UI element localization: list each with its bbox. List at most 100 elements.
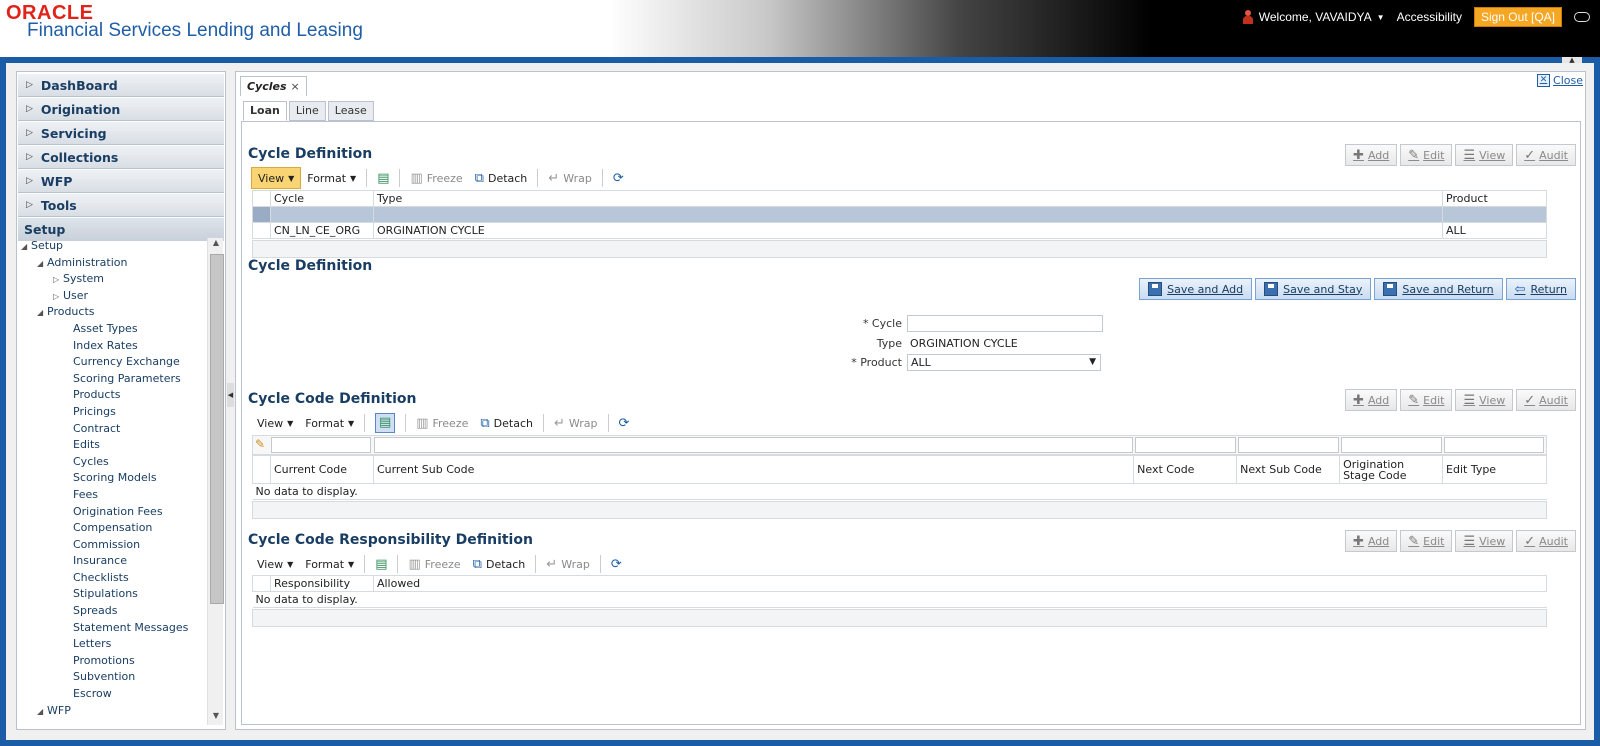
sidebar-item-tools[interactable]: ▷ Tools xyxy=(18,194,224,217)
query-by-example-button[interactable]: ▤ xyxy=(369,412,401,434)
format-menu[interactable]: Format ▼ xyxy=(299,412,360,434)
tab-lease[interactable]: Lease xyxy=(327,101,374,121)
row-selector[interactable] xyxy=(252,222,271,239)
signout-button[interactable]: Sign Out [QA] xyxy=(1473,7,1562,27)
tree-leaf[interactable]: Spreads xyxy=(17,603,207,620)
close-tab-icon[interactable]: × xyxy=(291,80,300,93)
view-menu[interactable]: View ▼ xyxy=(251,553,299,575)
wrap-button[interactable]: ↵ Wrap xyxy=(540,553,596,575)
tree-leaf[interactable]: Edits xyxy=(17,437,207,454)
tree-node-system[interactable]: ▷ System xyxy=(17,271,207,288)
filter-current-code[interactable] xyxy=(271,437,371,453)
view-menu[interactable]: View ▼ xyxy=(251,412,299,434)
column-header[interactable]: Current Code xyxy=(269,455,374,484)
column-header[interactable]: Edit Type xyxy=(1442,455,1547,484)
tree-leaf[interactable]: Pricings xyxy=(17,404,207,421)
tree-leaf[interactable]: Asset Types xyxy=(17,321,207,338)
table-row[interactable] xyxy=(252,206,1547,223)
tree-leaf[interactable]: Insurance xyxy=(17,553,207,570)
save-and-return-button[interactable]: Save and Return xyxy=(1374,278,1503,300)
tree-leaf[interactable]: Products xyxy=(17,387,207,404)
tree-leaf[interactable]: Promotions xyxy=(17,653,207,670)
freeze-button[interactable]: ▥ Freeze xyxy=(410,412,474,434)
tree-node-wfp[interactable]: ◢ WFP xyxy=(17,703,207,720)
add-button[interactable]: ✚ Add xyxy=(1345,389,1398,411)
sidebar-item-dashboard[interactable]: ▷ DashBoard xyxy=(18,74,224,97)
sidebar-item-wfp[interactable]: ▷ WFP xyxy=(18,170,224,193)
tree-node-setup[interactable]: ◢ Setup xyxy=(17,238,207,255)
column-header[interactable]: Next Sub Code xyxy=(1236,455,1341,484)
refresh-button[interactable]: ⟳ xyxy=(613,412,636,434)
format-menu[interactable]: Format ▼ xyxy=(299,553,360,575)
column-header[interactable]: Origination Stage Code xyxy=(1339,455,1444,484)
column-header[interactable]: Current Sub Code xyxy=(372,455,1135,484)
tree-leaf[interactable]: Checklists xyxy=(17,570,207,587)
product-select[interactable]: ALL ▼ xyxy=(907,354,1101,371)
column-header[interactable]: Next Code xyxy=(1133,455,1238,484)
tree-leaf[interactable]: Origination Fees xyxy=(17,504,207,521)
view-menu[interactable]: View ▼ xyxy=(251,167,302,189)
sidebar-item-collections[interactable]: ▷ Collections xyxy=(18,146,224,169)
audit-button[interactable]: ✓ Audit xyxy=(1516,144,1576,166)
scroll-up-icon[interactable]: ▲ xyxy=(208,238,224,252)
view-button[interactable]: ☰ View xyxy=(1455,530,1514,552)
tree-leaf[interactable]: Scoring Parameters xyxy=(17,371,207,388)
save-and-add-button[interactable]: Save and Add xyxy=(1139,278,1253,300)
collapse-header-icon[interactable]: ▲ xyxy=(1562,57,1582,64)
export-button[interactable]: ▤ xyxy=(369,553,393,575)
return-button[interactable]: ⇦ Return xyxy=(1505,278,1576,300)
tree-scrollbar[interactable]: ▲ ▼ xyxy=(207,238,224,725)
column-header[interactable]: Product xyxy=(1442,190,1547,207)
filter-next-code[interactable] xyxy=(1135,437,1236,453)
refresh-button[interactable]: ⟳ xyxy=(607,167,630,189)
format-menu[interactable]: Format ▼ xyxy=(301,167,362,189)
audit-button[interactable]: ✓ Audit xyxy=(1516,389,1576,411)
tree-leaf[interactable]: Letters xyxy=(17,636,207,653)
tree-leaf[interactable]: Currency Exchange xyxy=(17,354,207,371)
toggle-icon[interactable] xyxy=(1574,12,1590,22)
column-header[interactable]: Cycle xyxy=(269,190,374,207)
tree-leaf[interactable]: Commission xyxy=(17,537,207,554)
audit-button[interactable]: ✓ Audit xyxy=(1516,530,1576,552)
wrap-button[interactable]: ↵ Wrap xyxy=(542,167,598,189)
save-and-stay-button[interactable]: Save and Stay xyxy=(1255,278,1372,300)
accessibility-link[interactable]: Accessibility xyxy=(1397,10,1462,24)
tree-node-user[interactable]: ▷ User xyxy=(17,288,207,305)
detach-button[interactable]: ⧉ Detach xyxy=(469,167,534,189)
tree-leaf[interactable]: Statement Messages xyxy=(17,620,207,637)
tree-leaf[interactable]: Escrow xyxy=(17,686,207,703)
detach-button[interactable]: ⧉ Detach xyxy=(467,553,532,575)
scroll-thumb[interactable] xyxy=(210,254,224,604)
tab-loan[interactable]: Loan xyxy=(243,101,287,121)
tree-leaf[interactable]: Stipulations xyxy=(17,586,207,603)
filter-eraser-icon[interactable]: ✎ xyxy=(255,437,265,451)
filter-origination-stage-code[interactable] xyxy=(1341,437,1442,453)
row-selector[interactable] xyxy=(252,206,271,223)
tree-leaf[interactable]: Compensation xyxy=(17,520,207,537)
column-header[interactable]: Allowed xyxy=(372,575,1548,592)
edit-button[interactable]: ✎ Edit xyxy=(1400,530,1453,552)
tab-line[interactable]: Line xyxy=(288,101,326,121)
detach-button[interactable]: ⧉ Detach xyxy=(474,412,539,434)
tree-leaf[interactable]: Scoring Models xyxy=(17,470,207,487)
tree-leaf[interactable]: Subvention xyxy=(17,669,207,686)
edit-button[interactable]: ✎ Edit xyxy=(1400,144,1453,166)
wrap-button[interactable]: ↵ Wrap xyxy=(548,412,604,434)
tree-leaf-cycles[interactable]: Cycles xyxy=(17,454,207,471)
tree-node-administration[interactable]: ◢ Administration xyxy=(17,255,207,272)
collapse-sidebar-icon[interactable]: ◀ xyxy=(227,383,234,407)
user-menu[interactable]: Welcome, VAVAIDYA ▼ xyxy=(1242,10,1385,24)
edit-button[interactable]: ✎ Edit xyxy=(1400,389,1453,411)
filter-next-sub-code[interactable] xyxy=(1238,437,1339,453)
refresh-button[interactable]: ⟳ xyxy=(605,553,628,575)
freeze-button[interactable]: ▥ Freeze xyxy=(404,167,468,189)
export-button[interactable]: ▤ xyxy=(371,167,395,189)
tree-leaf[interactable]: Fees xyxy=(17,487,207,504)
tree-node-products[interactable]: ◢ Products xyxy=(17,304,207,321)
add-button[interactable]: ✚ Add xyxy=(1345,144,1398,166)
table-row[interactable]: CN_LN_CE_ORG ORGINATION CYCLE ALL xyxy=(252,222,1547,239)
tree-leaf[interactable]: Index Rates xyxy=(17,338,207,355)
add-button[interactable]: ✚ Add xyxy=(1345,530,1398,552)
column-header[interactable]: Responsibility xyxy=(269,575,374,592)
tab-cycles[interactable]: Cycles × xyxy=(240,76,307,96)
